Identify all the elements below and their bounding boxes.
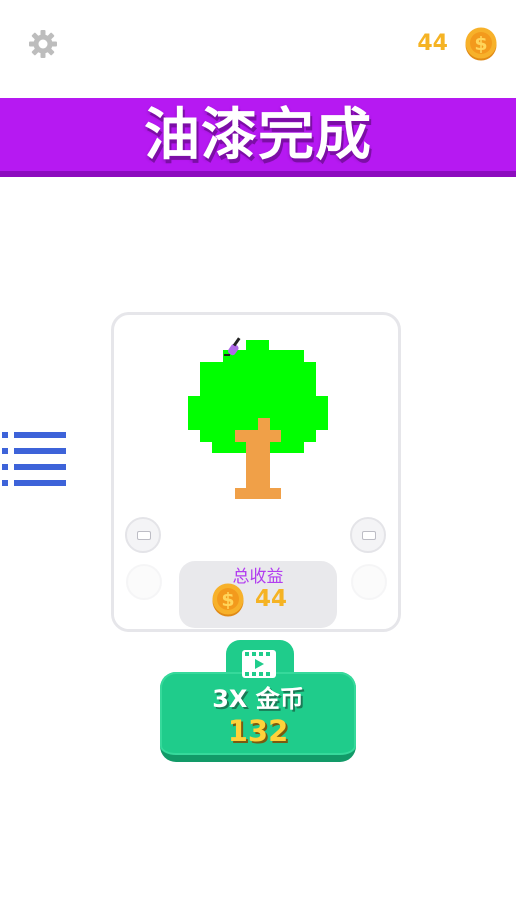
earnings-amount: 44 xyxy=(255,586,288,612)
right-upgrade-button[interactable] xyxy=(351,564,387,600)
tool-slot-icon xyxy=(362,531,376,540)
list-menu-icon[interactable] xyxy=(2,430,68,490)
earnings-label: 总收益 xyxy=(232,567,284,587)
pixel-art-tree xyxy=(188,337,328,499)
reward-amount: 132 xyxy=(227,714,289,748)
completion-banner: 油漆完成 xyxy=(0,98,516,177)
svg-text:$: $ xyxy=(221,589,234,611)
svg-text:$: $ xyxy=(474,33,487,55)
left-tool-button[interactable] xyxy=(125,517,161,553)
triple-coins-video-button[interactable]: 3X 金币 132 xyxy=(160,640,356,764)
total-earnings-box: 总收益 $ 44 xyxy=(179,561,337,628)
reward-label: 3X 金币 xyxy=(212,685,304,713)
coin-count: 44 xyxy=(417,31,448,56)
settings-gear-icon[interactable] xyxy=(28,29,58,59)
video-icon xyxy=(242,650,276,678)
coin-icon: $ xyxy=(465,27,497,61)
banner-title: 油漆完成 xyxy=(144,103,372,168)
coin-icon: $ xyxy=(212,583,244,617)
tool-slot-icon xyxy=(137,531,151,540)
right-tool-button[interactable] xyxy=(350,517,386,553)
left-upgrade-button[interactable] xyxy=(126,564,162,600)
